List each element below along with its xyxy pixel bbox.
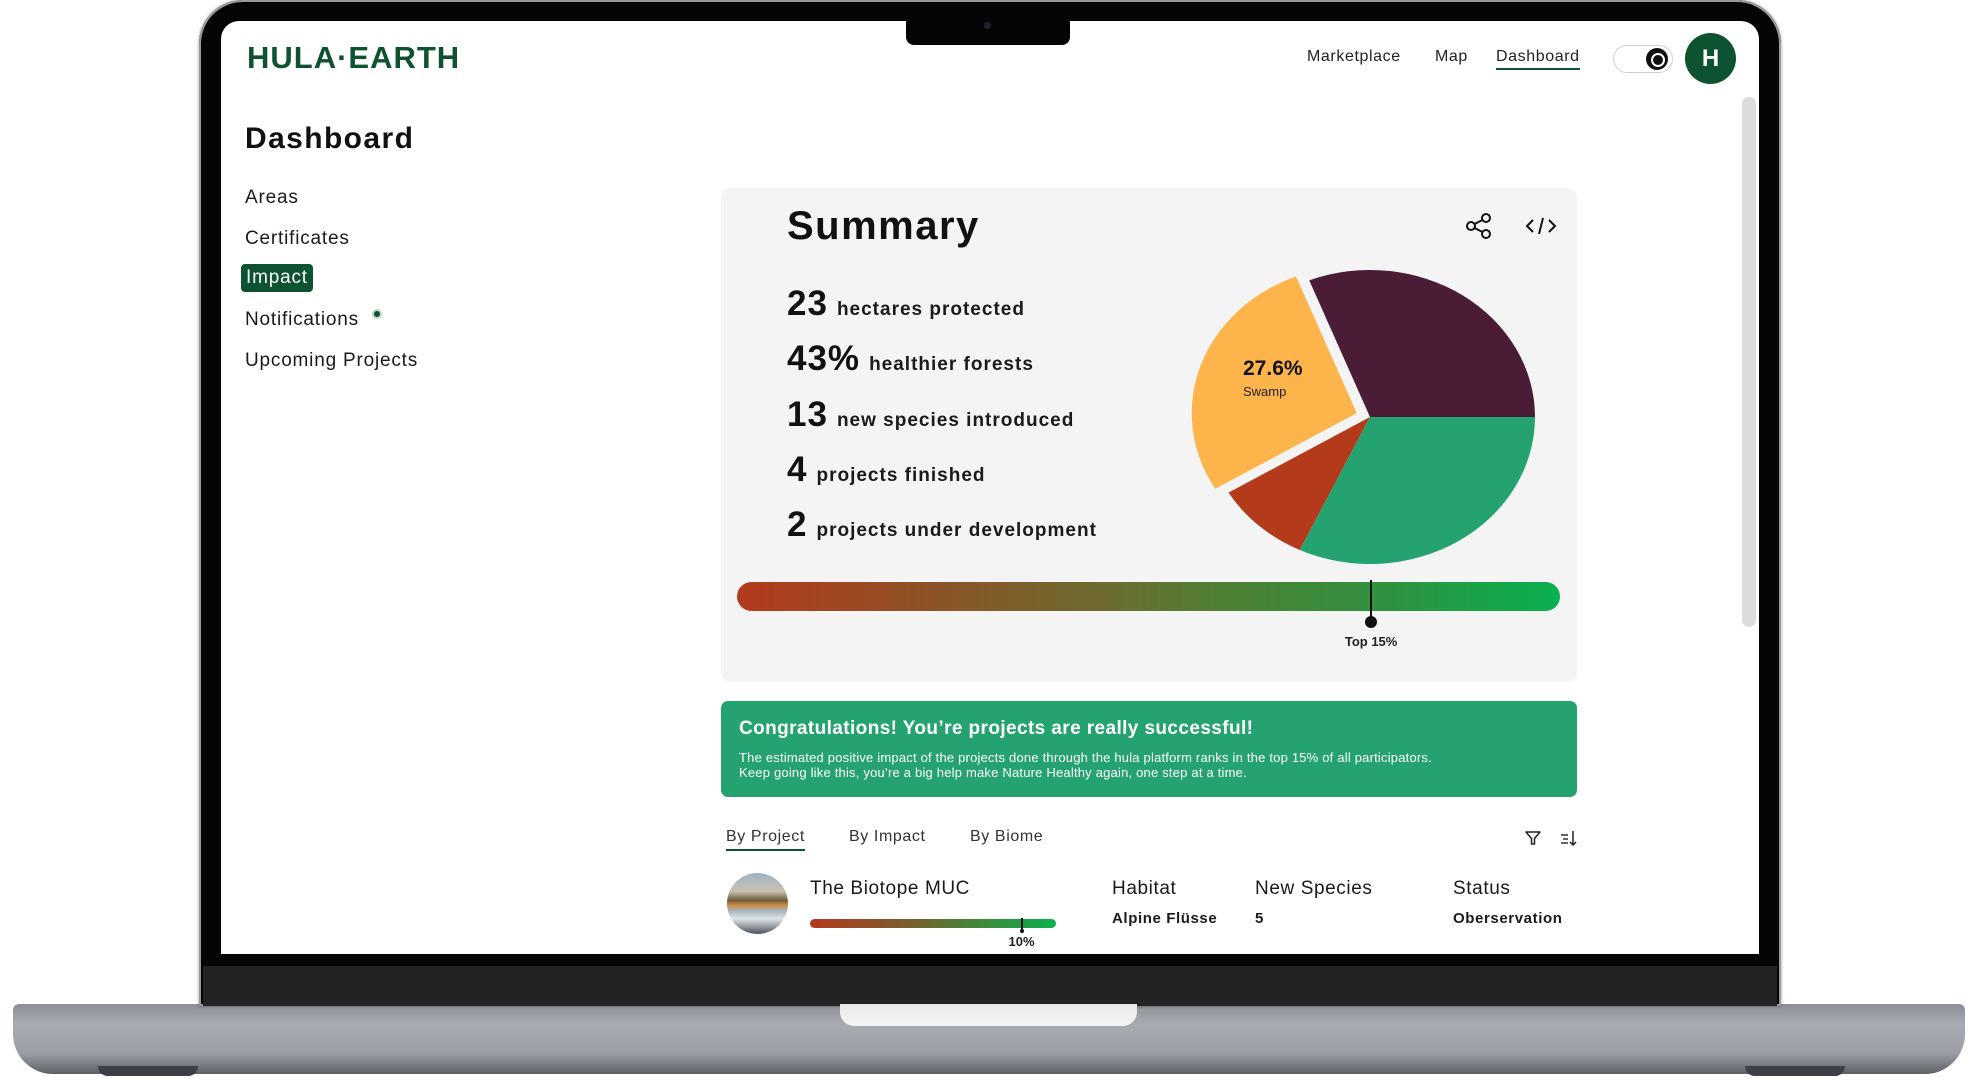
stat-label: healthier forests [869, 354, 1034, 375]
share-icon [1466, 213, 1491, 239]
tab-by-project[interactable]: By Project [726, 828, 805, 851]
success-banner: Congratulations! You’re projects are rea… [721, 701, 1577, 797]
sidebar-item-impact[interactable]: Impact [241, 264, 313, 292]
sidebar-item-certificates[interactable]: Certificates [245, 228, 350, 250]
stat-row: 4 projects finished [787, 450, 986, 490]
scrollbar[interactable] [1742, 97, 1756, 627]
sort-button[interactable] [1558, 827, 1580, 849]
project-impact-bar [810, 919, 1056, 928]
nav-dashboard[interactable]: Dashboard [1496, 48, 1580, 70]
habitat-value: Alpine Flüsse [1112, 910, 1218, 927]
sidebar-item-notifications[interactable]: Notifications [245, 309, 359, 331]
stat-label: projects finished [816, 465, 986, 486]
laptop-foot-right [1745, 1066, 1845, 1076]
habitat-header: Habitat [1112, 878, 1177, 899]
nav-marketplace[interactable]: Marketplace [1307, 48, 1401, 66]
embed-code-button[interactable] [1524, 209, 1558, 243]
stat-value: 23 [787, 284, 828, 323]
stat-label: projects under development [816, 520, 1097, 541]
sidebar-item-upcoming-projects[interactable]: Upcoming Projects [245, 350, 418, 372]
stat-value: 13 [787, 395, 828, 434]
impact-ranking-bar [737, 582, 1560, 611]
stat-row: 23 hectares protected [787, 284, 1025, 324]
project-impact-label: 10% [1008, 934, 1035, 949]
pie-highlight-value: 27.6% [1243, 357, 1303, 380]
stat-label: new species introduced [836, 410, 1075, 431]
sidebar-item-areas[interactable]: Areas [245, 187, 299, 209]
stat-label: hectares protected [836, 299, 1025, 320]
project-impact-marker-dot [1019, 929, 1024, 933]
status-value: Oberservation [1453, 910, 1563, 927]
stat-row: 13 new species introduced [787, 395, 1074, 435]
banner-line: Keep going like this, you’re a big help … [739, 765, 1247, 780]
stat-value: 43% [787, 339, 861, 378]
biome-pie-chart[interactable] [1180, 255, 1540, 575]
sort-icon [1561, 831, 1577, 847]
filter-icon [1525, 831, 1541, 845]
nav-map[interactable]: Map [1435, 48, 1468, 66]
stat-value: 2 [787, 505, 808, 544]
new-species-value: 5 [1255, 910, 1264, 927]
tab-by-biome[interactable]: By Biome [970, 828, 1043, 846]
logo[interactable]: HULA·EARTH [247, 40, 460, 76]
code-icon [1525, 217, 1557, 235]
filter-button[interactable] [1522, 827, 1544, 849]
camera-icon [984, 22, 991, 29]
banner-title: Congratulations! You’re projects are rea… [739, 718, 1254, 739]
pie-highlight-name: Swamp [1243, 384, 1287, 399]
banner-line: The estimated positive impact of the pro… [739, 750, 1432, 765]
laptop-lid-notch [840, 1004, 1137, 1026]
new-species-header: New Species [1255, 878, 1373, 899]
user-avatar[interactable]: H [1685, 33, 1736, 84]
summary-title: Summary [787, 204, 980, 248]
tab-by-impact[interactable]: By Impact [849, 828, 926, 846]
impact-marker-dot [1365, 616, 1378, 628]
laptop-foot-left [98, 1066, 198, 1076]
stat-value: 4 [787, 450, 808, 489]
stat-row: 2 projects under development [787, 505, 1097, 545]
banner-text: The estimated positive impact of the pro… [739, 750, 1559, 780]
stat-row: 43% healthier forests [787, 339, 1034, 379]
toggle-knob-icon[interactable] [1646, 48, 1668, 70]
page-title: Dashboard [245, 122, 415, 155]
status-header: Status [1453, 878, 1511, 899]
notification-dot-icon [372, 309, 382, 319]
laptop-chin [203, 966, 1777, 1006]
project-thumbnail[interactable] [727, 873, 788, 934]
project-name[interactable]: The Biotope MUC [810, 878, 970, 900]
share-button[interactable] [1462, 209, 1496, 243]
impact-rank-label: Top 15% [1344, 634, 1398, 649]
avatar-initial: H [1701, 44, 1720, 72]
